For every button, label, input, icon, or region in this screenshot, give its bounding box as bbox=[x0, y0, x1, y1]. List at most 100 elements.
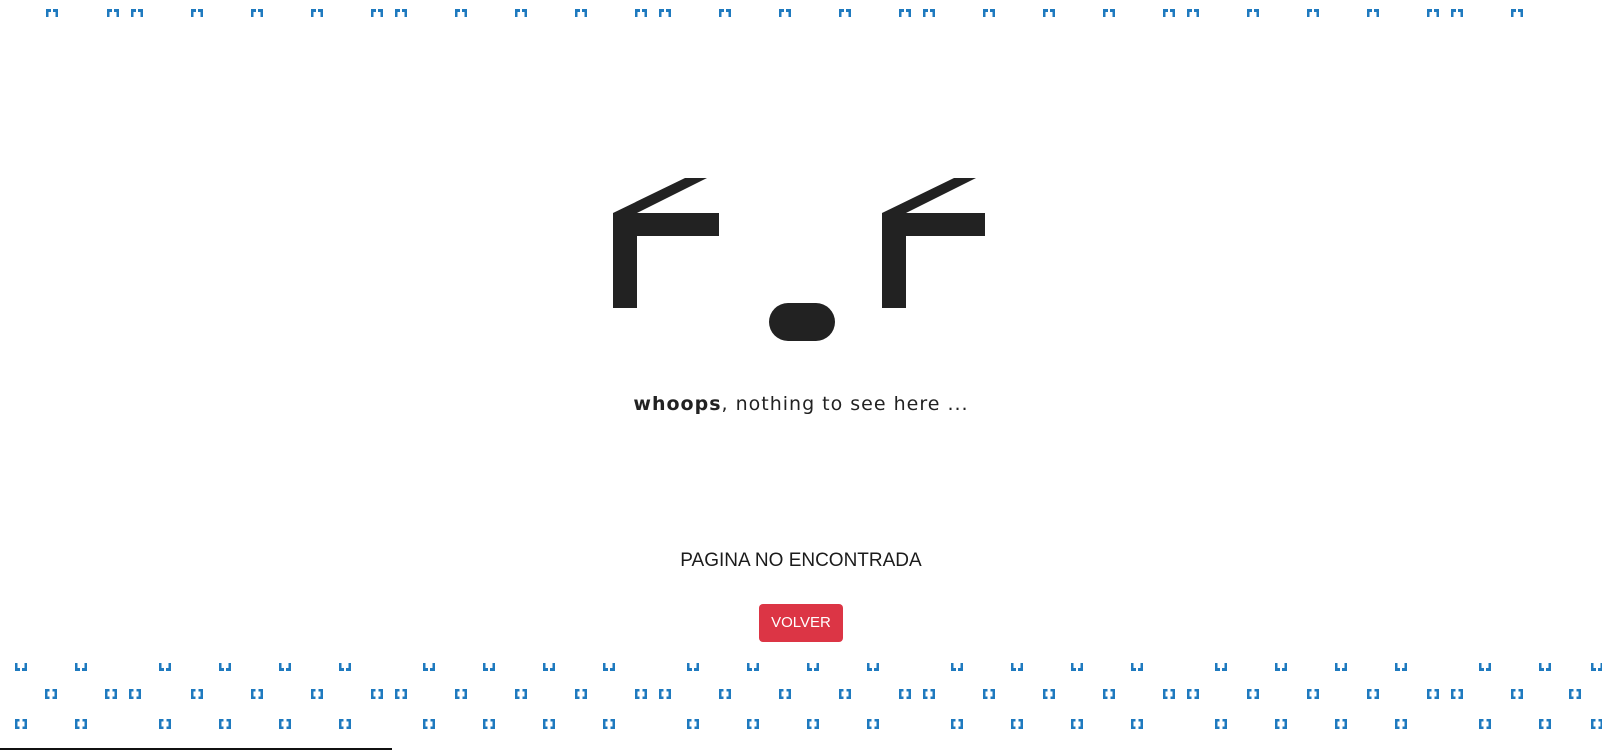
pattern-tile-icon bbox=[278, 718, 292, 730]
pattern-tile-icon bbox=[14, 718, 28, 730]
pattern-tile-icon bbox=[658, 8, 672, 20]
pattern-tile-icon bbox=[1042, 688, 1056, 700]
pattern-tile-icon bbox=[1394, 662, 1408, 674]
pattern-tile-icon bbox=[190, 688, 204, 700]
pattern-tile-icon bbox=[14, 662, 28, 674]
pattern-tile-icon bbox=[634, 8, 648, 20]
pattern-tile-icon bbox=[338, 718, 352, 730]
pattern-tile-icon bbox=[1450, 8, 1464, 20]
pattern-tile-icon bbox=[394, 688, 408, 700]
pattern-tile-icon bbox=[718, 688, 732, 700]
pattern-tile-icon bbox=[310, 688, 324, 700]
pattern-tile-icon bbox=[514, 688, 528, 700]
pattern-tile-icon bbox=[1102, 8, 1116, 20]
pattern-tile-icon bbox=[74, 662, 88, 674]
pattern-tile-icon bbox=[1450, 688, 1464, 700]
pattern-tile-icon bbox=[1274, 718, 1288, 730]
pattern-tile-icon bbox=[454, 8, 468, 20]
pattern-tile-icon bbox=[778, 8, 792, 20]
pattern-tile-icon bbox=[1478, 662, 1492, 674]
pattern-tile-icon bbox=[982, 8, 996, 20]
pattern-tile-icon bbox=[1214, 718, 1228, 730]
pattern-tile-icon bbox=[1478, 718, 1492, 730]
pattern-bottom-row-2 bbox=[0, 688, 1602, 702]
pattern-tile-icon bbox=[982, 688, 996, 700]
pattern-tile-icon bbox=[574, 688, 588, 700]
whoops-message: whoops, nothing to see here ... bbox=[0, 393, 1602, 415]
pattern-tile-icon bbox=[1186, 688, 1200, 700]
pattern-tile-icon bbox=[1274, 662, 1288, 674]
pattern-tile-icon bbox=[130, 8, 144, 20]
pattern-tile-icon bbox=[1590, 662, 1602, 674]
pattern-tile-icon bbox=[746, 718, 760, 730]
pattern-tile-icon bbox=[1246, 688, 1260, 700]
pattern-tile-icon bbox=[778, 688, 792, 700]
pattern-tile-icon bbox=[1510, 688, 1524, 700]
pattern-tile-icon bbox=[1010, 718, 1024, 730]
pattern-tile-icon bbox=[190, 8, 204, 20]
pattern-tile-icon bbox=[1130, 662, 1144, 674]
pattern-tile-icon bbox=[218, 662, 232, 674]
pattern-tile-icon bbox=[658, 688, 672, 700]
pattern-tile-icon bbox=[1394, 718, 1408, 730]
pattern-tile-icon bbox=[806, 718, 820, 730]
pattern-tile-icon bbox=[250, 8, 264, 20]
error-page: whoops, nothing to see here ... PAGINA N… bbox=[0, 0, 1602, 753]
pattern-tile-icon bbox=[1510, 8, 1524, 20]
pattern-tile-icon bbox=[806, 662, 820, 674]
pattern-tile-icon bbox=[422, 718, 436, 730]
pattern-bottom-row-3 bbox=[0, 718, 1602, 732]
pattern-tile-icon bbox=[898, 688, 912, 700]
pattern-tile-icon bbox=[1334, 718, 1348, 730]
pattern-tile-icon bbox=[338, 662, 352, 674]
pattern-tile-icon bbox=[1334, 662, 1348, 674]
pattern-tile-icon bbox=[1070, 662, 1084, 674]
pattern-tile-icon bbox=[1306, 688, 1320, 700]
pattern-tile-icon bbox=[454, 688, 468, 700]
pattern-tile-icon bbox=[482, 718, 496, 730]
pattern-tile-icon bbox=[1590, 718, 1602, 730]
pattern-tile-icon bbox=[898, 8, 912, 20]
pattern-tile-icon bbox=[158, 718, 172, 730]
pattern-tile-icon bbox=[44, 688, 58, 700]
whoops-rest-text: , nothing to see here ... bbox=[721, 393, 969, 415]
pattern-tile-icon bbox=[1568, 688, 1582, 700]
pattern-tile-icon bbox=[1102, 688, 1116, 700]
pattern-tile-icon bbox=[1538, 662, 1552, 674]
pattern-tile-icon bbox=[838, 8, 852, 20]
pattern-tile-icon bbox=[1426, 688, 1440, 700]
pattern-tile-icon bbox=[1162, 688, 1176, 700]
pattern-tile-icon bbox=[718, 8, 732, 20]
pattern-bottom-row-1 bbox=[0, 662, 1602, 676]
back-button[interactable]: VOLVER bbox=[759, 604, 843, 642]
pattern-tile-icon bbox=[74, 718, 88, 730]
pattern-tile-icon bbox=[602, 718, 616, 730]
pattern-tile-icon bbox=[218, 718, 232, 730]
pattern-tile-icon bbox=[950, 718, 964, 730]
pattern-tile-icon bbox=[370, 688, 384, 700]
whoops-bold-text: whoops bbox=[633, 393, 722, 415]
pattern-tile-icon bbox=[1246, 8, 1260, 20]
pattern-tile-icon bbox=[250, 688, 264, 700]
pattern-top-row bbox=[0, 8, 1602, 22]
pattern-tile-icon bbox=[866, 718, 880, 730]
pattern-tile-icon bbox=[542, 718, 556, 730]
pattern-tile-icon bbox=[514, 8, 528, 20]
pattern-tile-icon bbox=[866, 662, 880, 674]
pattern-tile-icon bbox=[1426, 8, 1440, 20]
pattern-tile-icon bbox=[574, 8, 588, 20]
pattern-tile-icon bbox=[1366, 8, 1380, 20]
pattern-tile-icon bbox=[746, 662, 760, 674]
pattern-tile-icon bbox=[922, 8, 936, 20]
pattern-tile-icon bbox=[158, 662, 172, 674]
pattern-tile-icon bbox=[1366, 688, 1380, 700]
pattern-tile-icon bbox=[394, 8, 408, 20]
pattern-tile-icon bbox=[482, 662, 496, 674]
pattern-tile-icon bbox=[1010, 662, 1024, 674]
pattern-tile-icon bbox=[602, 662, 616, 674]
bottom-strip bbox=[0, 745, 1602, 753]
pattern-tile-icon bbox=[686, 718, 700, 730]
pattern-tile-icon bbox=[370, 8, 384, 20]
pattern-tile-icon bbox=[310, 8, 324, 20]
pattern-tile-icon bbox=[104, 688, 118, 700]
